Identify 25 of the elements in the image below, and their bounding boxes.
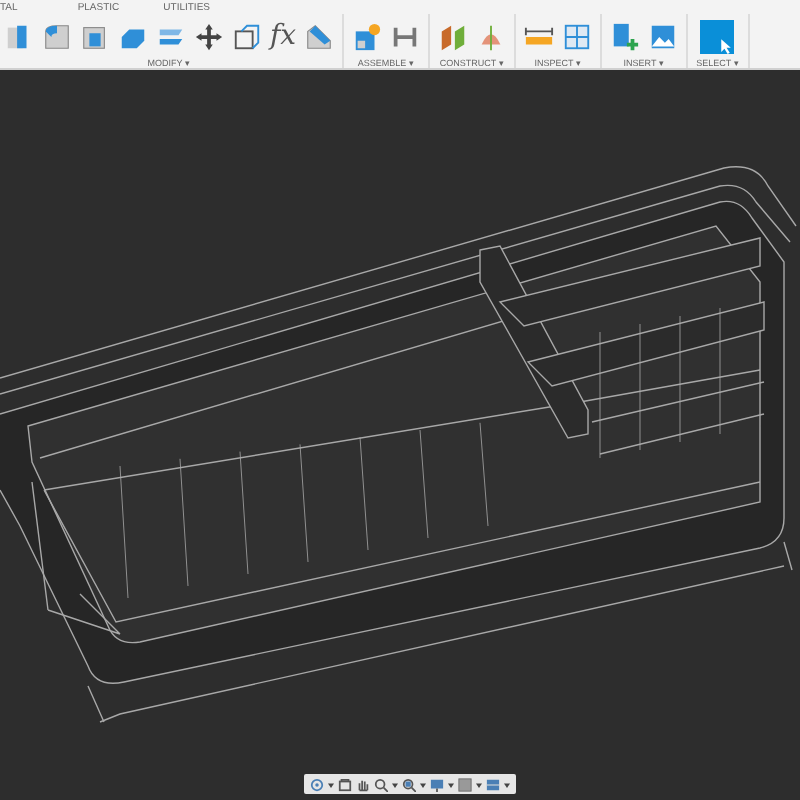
viewports-icon[interactable] bbox=[486, 777, 500, 791]
zoom-window-icon[interactable] bbox=[402, 777, 416, 791]
caret-icon[interactable] bbox=[392, 781, 398, 787]
caret-icon[interactable] bbox=[504, 781, 510, 787]
pan-hand-icon[interactable] bbox=[356, 777, 370, 791]
select-icon[interactable] bbox=[700, 19, 735, 53]
look-at-icon[interactable] bbox=[338, 777, 352, 791]
section-icon[interactable] bbox=[562, 21, 593, 51]
formula-icon[interactable]: fx bbox=[270, 22, 297, 50]
move-icon[interactable] bbox=[194, 21, 224, 51]
caret-icon[interactable] bbox=[448, 781, 454, 787]
scale-icon[interactable] bbox=[232, 21, 262, 51]
display-settings-icon[interactable] bbox=[430, 777, 444, 791]
caret-icon[interactable] bbox=[476, 781, 482, 787]
fillet-icon[interactable] bbox=[42, 21, 72, 51]
chamfer-icon[interactable] bbox=[304, 21, 335, 51]
plane-icon[interactable] bbox=[438, 21, 469, 51]
orbit-icon[interactable] bbox=[310, 777, 324, 791]
caret-icon[interactable] bbox=[420, 781, 426, 787]
shell-icon[interactable] bbox=[80, 21, 110, 51]
zoom-icon[interactable] bbox=[374, 777, 388, 791]
image-icon[interactable] bbox=[648, 21, 679, 51]
new-component-icon[interactable] bbox=[352, 21, 383, 51]
caret-icon[interactable] bbox=[328, 781, 334, 787]
insert-icon[interactable] bbox=[610, 21, 641, 51]
